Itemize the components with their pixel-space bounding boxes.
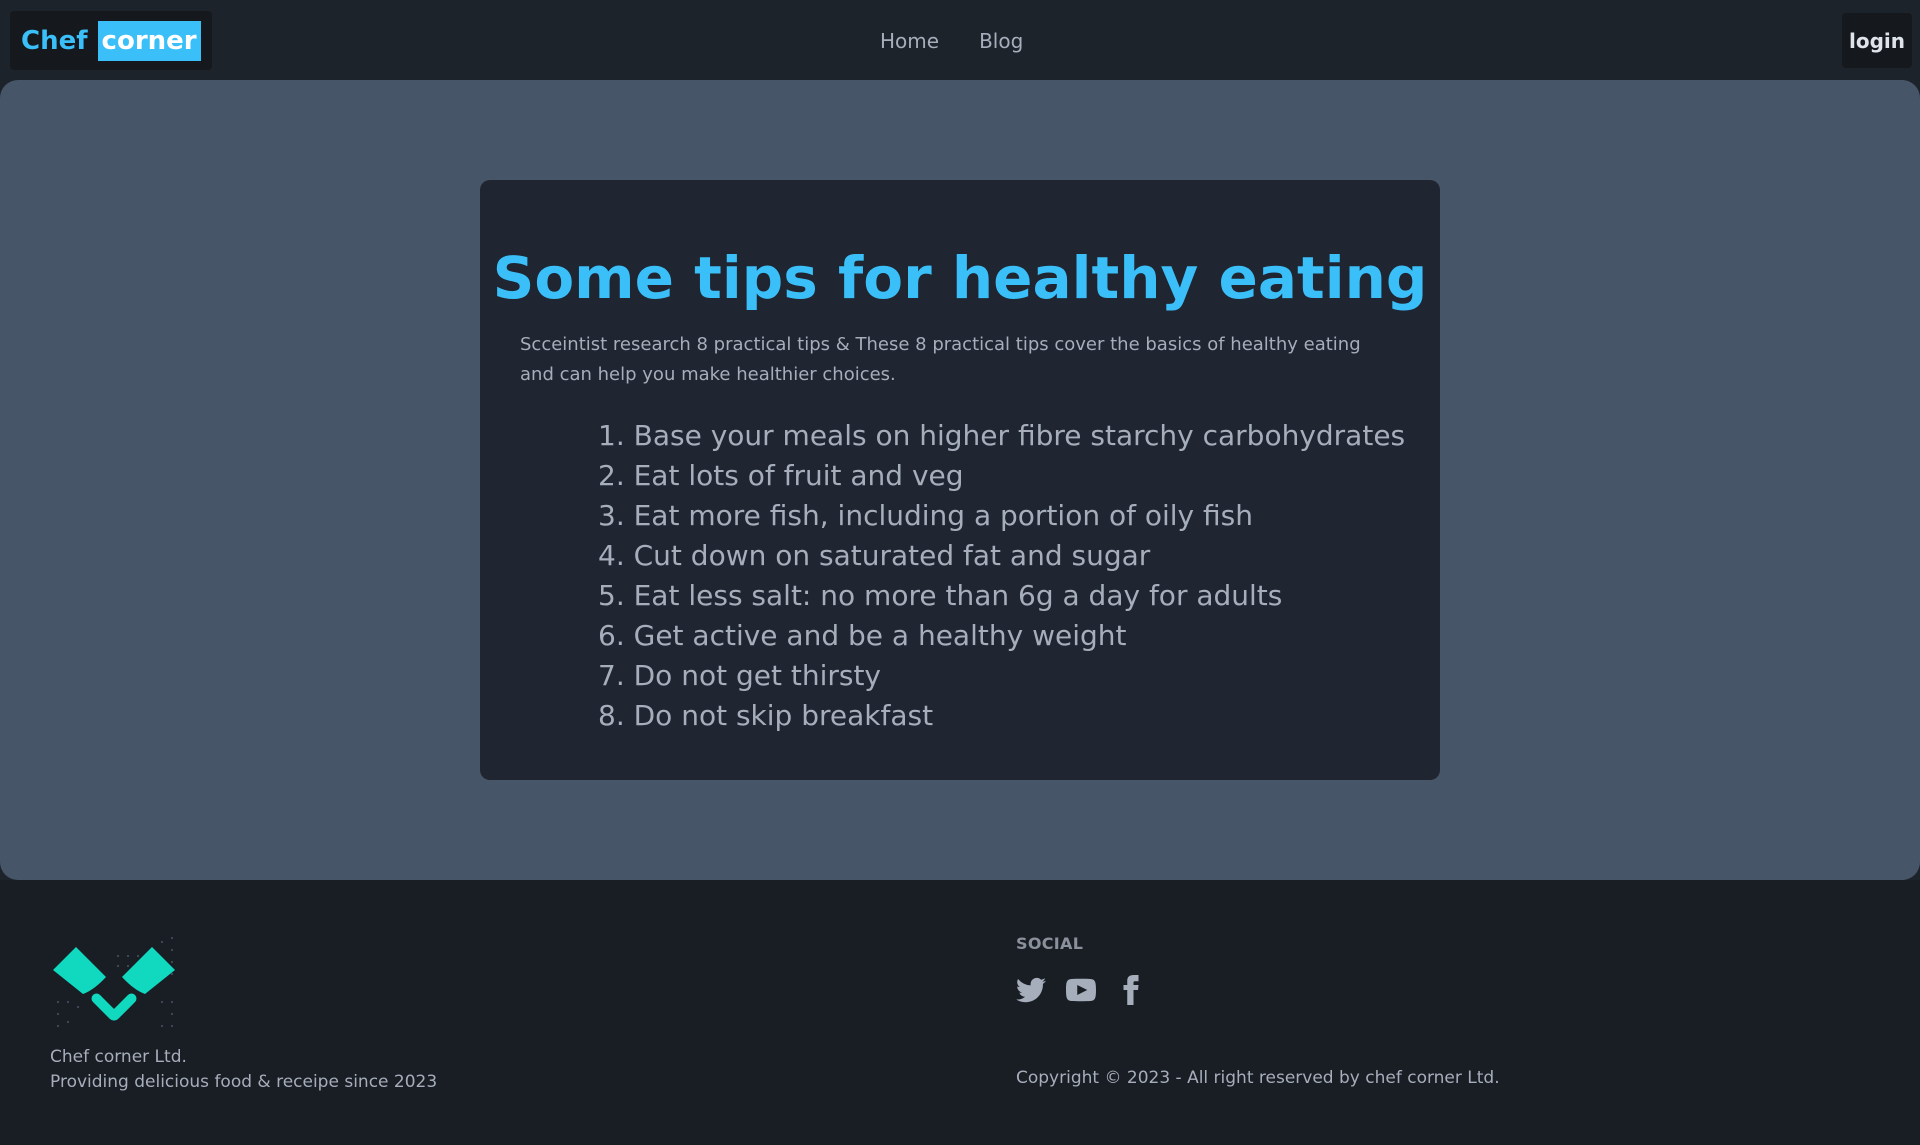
footer: Chef corner Ltd. Providing delicious foo… [0,880,1920,1145]
nav-link-home[interactable]: Home [880,22,939,60]
facebook-icon[interactable] [1116,975,1146,1005]
brand-text-corner: corner [97,20,201,61]
page-title: Some tips for healthy eating [492,244,1428,312]
article-description: Scceintist research 8 practical tips & T… [520,334,1361,385]
company-info: Chef corner Ltd. Providing delicious foo… [50,1045,437,1095]
nav-menu: Home Blog [880,22,1023,60]
hero-section: Some tips for healthy eating Scceintist … [0,80,1920,880]
twitter-icon[interactable] [1016,975,1046,1005]
tip-item: 6. Get active and be a healthy weight [598,619,1127,652]
tip-item: 8. Do not skip breakfast [598,699,934,732]
navbar: Chef corner Home Blog login [0,0,1920,80]
brand-logo-button[interactable]: Chef corner [10,11,212,70]
company-tagline: Providing delicious food & receipe since… [50,1072,438,1092]
copyright-text: Copyright © 2023 - All right reserved by… [1016,1068,1500,1088]
social-links [1016,975,1146,1005]
youtube-icon[interactable] [1066,975,1096,1005]
tip-item: 7. Do not get thirsty [598,659,881,692]
tip-item: 3. Eat more fish, including a portion of… [598,499,1253,532]
tip-item: 1. Base your meals on higher fibre starc… [598,419,1406,452]
tip-item: 2. Eat lots of fruit and veg [598,459,964,492]
company-name: Chef corner Ltd. [50,1047,187,1067]
crossed-cleavers-logo-icon [53,937,175,1027]
tip-item: 4. Cut down on saturated fat and sugar [598,539,1151,572]
nav-link-blog[interactable]: Blog [979,22,1023,60]
social-heading: SOCIAL [1016,934,1084,953]
tips-list: 1. Base your meals on higher fibre starc… [598,416,1405,736]
tips-card: Some tips for healthy eating Scceintist … [480,180,1440,780]
login-button[interactable]: login [1842,13,1912,68]
brand-text-chef: Chef [21,25,88,56]
tip-item: 5. Eat less salt: no more than 6g a day … [598,579,1283,612]
